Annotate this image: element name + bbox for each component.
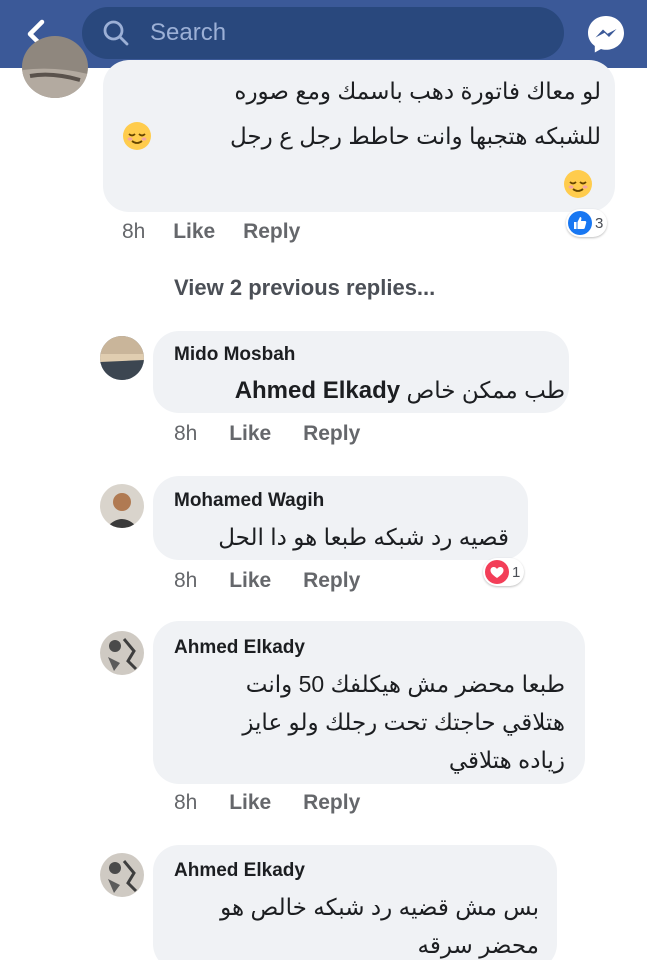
reply-author[interactable]: Ahmed Elkady	[174, 637, 305, 659]
reaction-badge[interactable]: 1	[483, 558, 525, 586]
reply-text: طب ممكن خاص Ahmed Elkady	[235, 371, 565, 410]
reply-actions: 8h Like Reply	[174, 422, 360, 446]
reaction-count: 1	[512, 563, 521, 581]
reply-time: 8h	[174, 791, 198, 814]
reply-text-line: زياده هتلاقي	[448, 747, 565, 773]
search-icon	[103, 20, 129, 46]
reply-text-body: طب ممكن خاص	[406, 377, 565, 403]
reply-time: 8h	[174, 422, 198, 445]
reply-text-line: هتلاقي حاجتك تحت رجلك ولو عايز	[242, 709, 565, 735]
reply-button[interactable]: Reply	[243, 220, 300, 243]
like-button[interactable]: Like	[229, 422, 271, 445]
reply-text: قصيه رد شبكه طبعا هو دا الحل	[218, 524, 509, 550]
comment-text-line: للشبكه هتجبها وانت حاطط رجل ع رجل	[230, 117, 601, 155]
avatar[interactable]	[100, 631, 144, 675]
avatar[interactable]	[100, 336, 144, 380]
comment-actions: 8h Like Reply	[122, 220, 300, 244]
reply-text-line: بس مش قضيه رد شبكه خالص هو	[220, 894, 539, 920]
comment-text-line: للشبكه هتجبها وانت حاطط رجل ع رجل	[230, 123, 601, 149]
reply-button[interactable]: Reply	[303, 791, 360, 814]
like-button[interactable]: Like	[229, 569, 271, 592]
mention-link[interactable]: Ahmed Elkady	[235, 377, 400, 404]
avatar[interactable]	[100, 484, 144, 528]
view-previous-replies-link[interactable]: View 2 previous replies...	[174, 275, 435, 301]
like-button[interactable]: Like	[229, 791, 271, 814]
reaction-count: 3	[595, 214, 604, 232]
like-button[interactable]: Like	[173, 220, 215, 243]
love-reaction-icon	[485, 560, 509, 584]
like-reaction-icon	[568, 211, 592, 235]
relieved-face-emoji-icon	[122, 121, 152, 151]
avatar[interactable]	[22, 36, 88, 98]
search-input[interactable]	[150, 16, 530, 50]
reply-time: 8h	[174, 569, 198, 592]
reply-actions: 8h Like Reply	[174, 569, 360, 593]
relieved-face-emoji-icon	[563, 169, 593, 199]
top-bar	[0, 0, 647, 68]
reply-text-line: محضر سرقه	[417, 932, 539, 958]
reply-button[interactable]: Reply	[303, 569, 360, 592]
reply-actions: 8h Like Reply	[174, 791, 360, 815]
messenger-icon[interactable]	[584, 12, 628, 56]
comment-text-line: لو معاك فاتورة دهب باسمك ومع صوره	[234, 78, 601, 104]
reply-button[interactable]: Reply	[303, 422, 360, 445]
reply-author[interactable]: Ahmed Elkady	[174, 860, 305, 882]
reply-text-line: طبعا محضر مش هيكلفك 50 وانت	[245, 671, 565, 697]
reply-author[interactable]: Mohamed Wagih	[174, 490, 324, 512]
avatar[interactable]	[100, 853, 144, 897]
search-box[interactable]	[82, 7, 564, 59]
reaction-badge[interactable]: 3	[566, 209, 608, 237]
reply-author[interactable]: Mido Mosbah	[174, 344, 295, 366]
comment-time: 8h	[122, 220, 146, 243]
